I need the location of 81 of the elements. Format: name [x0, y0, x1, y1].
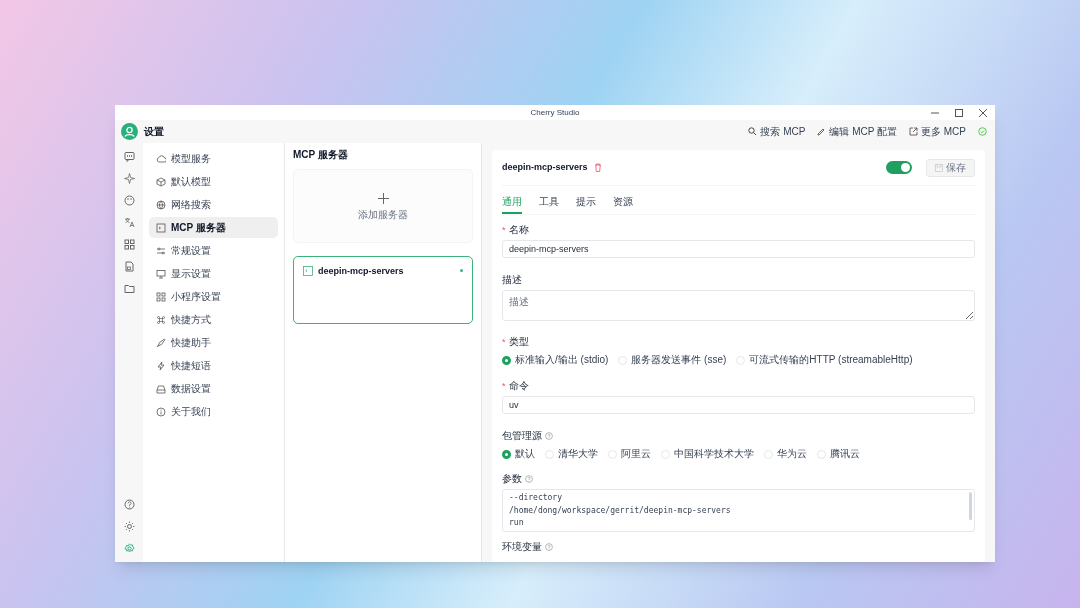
radio-option[interactable]: 腾讯云: [817, 449, 860, 459]
header-action-button[interactable]: 更多 MCP: [909, 126, 966, 137]
text-input[interactable]: uv: [502, 396, 975, 414]
settings-menu-item[interactable]: 常规设置: [149, 240, 278, 261]
required-marker: *: [502, 381, 506, 391]
sparkle-icon[interactable]: [123, 173, 135, 184]
field-label: 参数: [502, 474, 522, 484]
required-marker: *: [502, 225, 506, 235]
header-action-button[interactable]: 搜索 MCP: [748, 126, 806, 137]
server-card[interactable]: deepin-mcp-servers: [293, 256, 473, 324]
header-action-button[interactable]: 编辑 MCP 配置: [817, 126, 897, 137]
folder-icon[interactable]: [123, 283, 135, 294]
sun-icon[interactable]: [123, 521, 135, 532]
settings-menu-item[interactable]: 默认模型: [149, 171, 278, 192]
tab[interactable]: 工具: [539, 192, 559, 214]
panel-title: MCP 服务器: [293, 150, 349, 160]
settings-title: 设置: [144, 125, 164, 139]
settings-menu-item[interactable]: 快捷方式: [149, 309, 278, 330]
lightning-icon: [156, 360, 166, 371]
settings-icon[interactable]: [123, 543, 135, 554]
settings-menu-item[interactable]: 快捷短语: [149, 355, 278, 376]
cloud-icon: [156, 153, 166, 164]
avatar-icon[interactable]: [121, 123, 138, 140]
settings-menu-item[interactable]: 显示设置: [149, 263, 278, 284]
tab[interactable]: 提示: [576, 192, 596, 214]
arguments-input[interactable]: --directory /home/dong/workspace/gerrit/deepin-mcp-servers run: [502, 489, 975, 532]
radio-option[interactable]: 默认: [502, 449, 535, 459]
field-label: 环境变量: [502, 542, 542, 552]
enable-toggle[interactable]: [886, 161, 912, 174]
field-label: 类型: [508, 337, 529, 347]
external-link-icon: [909, 127, 918, 136]
add-server-button[interactable]: 添加服务器: [293, 169, 473, 243]
maximize-icon[interactable]: [955, 108, 963, 117]
grid-icon[interactable]: [123, 239, 135, 250]
trash-icon[interactable]: [593, 163, 602, 172]
settings-menu-item[interactable]: 网络搜索: [149, 194, 278, 215]
close-icon[interactable]: [979, 108, 987, 117]
radio-option[interactable]: 标准输入/输出 (stdio): [502, 355, 609, 365]
tab[interactable]: 通用: [502, 192, 522, 214]
radio-option[interactable]: 阿里云: [608, 449, 651, 459]
info-icon: [156, 406, 166, 417]
settings-menu-item[interactable]: 数据设置: [149, 378, 278, 399]
settings-menu-item[interactable]: 小程序设置: [149, 286, 278, 307]
drive-icon: [156, 383, 166, 394]
text-input[interactable]: deepin-mcp-servers: [502, 240, 975, 258]
settings-menu-item[interactable]: 快捷助手: [149, 332, 278, 353]
radio-option[interactable]: 清华大学: [545, 449, 598, 459]
globe-icon: [156, 199, 166, 210]
window-title: Cherry Studio: [530, 108, 580, 117]
field-label: 命令: [508, 381, 529, 391]
grid-icon: [156, 291, 166, 302]
sliders-icon: [156, 245, 166, 256]
server-title: deepin-mcp-servers: [502, 160, 588, 174]
radio-option[interactable]: 可流式传输的HTTP (streamableHttp): [736, 355, 913, 365]
field-label: 描述: [502, 275, 522, 285]
settings-menu-item[interactable]: MCP 服务器: [149, 217, 278, 238]
settings-menu-item[interactable]: 关于我们: [149, 401, 278, 422]
required-marker: *: [502, 337, 506, 347]
radio-option[interactable]: 中国科学技术大学: [661, 449, 754, 459]
pencil-icon: [817, 127, 827, 136]
help-icon[interactable]: [123, 499, 135, 510]
server-name: deepin-mcp-servers: [318, 266, 404, 276]
monitor-icon: [156, 268, 166, 279]
terminal-icon: [156, 222, 166, 233]
tab[interactable]: 资源: [613, 192, 633, 214]
terminal-icon: [303, 266, 313, 276]
radio-option[interactable]: 服务器发送事件 (sse): [618, 355, 727, 365]
plus-icon: [377, 192, 389, 204]
field-label: 名称: [508, 225, 529, 235]
radio-option[interactable]: 华为云: [764, 449, 807, 459]
cube-icon: [156, 176, 166, 187]
chat-icon[interactable]: [123, 151, 135, 162]
save-icon: [935, 163, 943, 172]
field-label: 包管理源: [502, 431, 542, 441]
command-icon: [156, 314, 166, 325]
document-icon[interactable]: [123, 261, 135, 272]
settings-menu-item[interactable]: 模型服务: [149, 148, 278, 169]
scrollbar-thumb: [969, 492, 972, 520]
search-icon: [748, 127, 758, 136]
translate-icon[interactable]: [123, 217, 135, 228]
description-input[interactable]: 描述: [502, 290, 975, 321]
